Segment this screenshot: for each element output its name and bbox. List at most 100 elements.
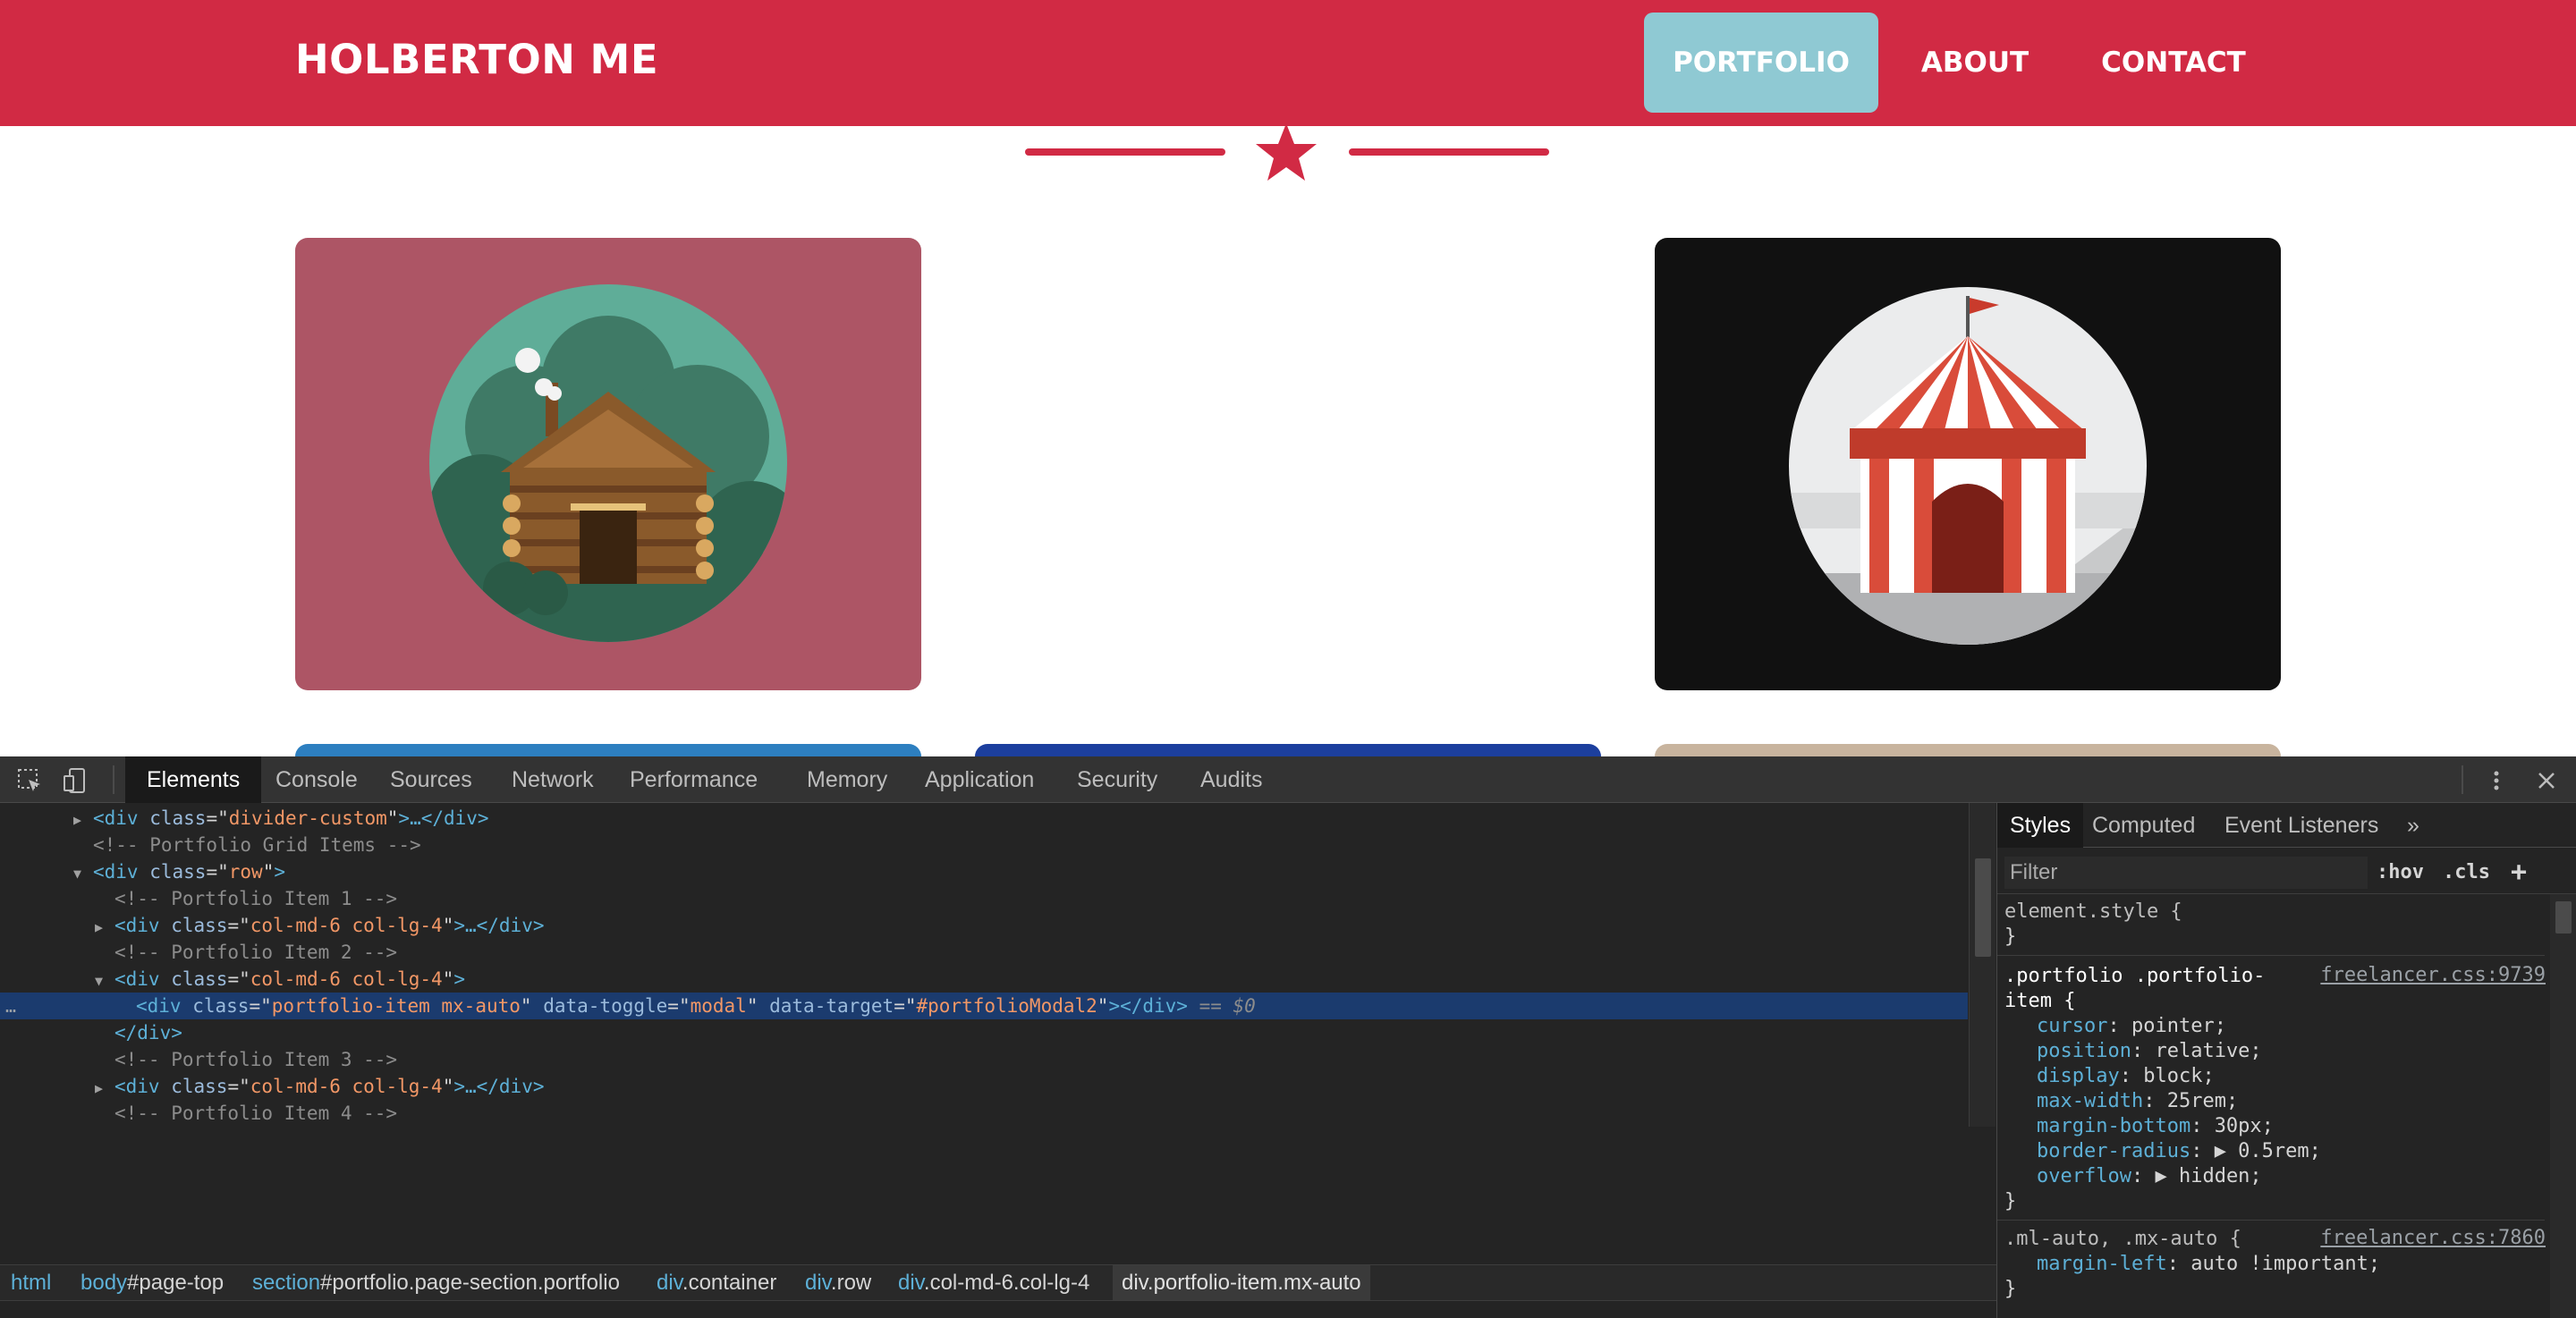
nav-about[interactable]: ABOUT bbox=[1903, 13, 2046, 113]
devtools-tab-memory[interactable]: Memory bbox=[785, 756, 909, 803]
css-property: margin-left bbox=[2037, 1253, 2167, 1275]
devtools-tab-network[interactable]: Network bbox=[490, 756, 615, 803]
devtools-tab-console[interactable]: Console bbox=[254, 756, 379, 803]
nav-contact[interactable]: CONTACT bbox=[2084, 13, 2263, 113]
star-icon bbox=[1256, 123, 1317, 181]
rule2-source-link[interactable]: freelancer.css:7860 bbox=[2320, 1227, 2546, 1249]
css-declaration[interactable]: margin-bottom: 30px; bbox=[2037, 1114, 2274, 1139]
collapse-triangle-icon bbox=[73, 833, 93, 860]
dom-node-line[interactable]: ▶ <div class="col-md-6 col-lg-4">…</div> bbox=[0, 1073, 1968, 1100]
portfolio-item-5-peek[interactable] bbox=[975, 744, 1601, 756]
attr-quote: " bbox=[262, 861, 275, 883]
expand-triangle-icon[interactable]: ▼ bbox=[95, 967, 114, 994]
circus-tent-illustration bbox=[1789, 287, 2147, 645]
devtools-tab-performance[interactable]: Performance bbox=[608, 756, 779, 803]
more-tabs-chevron-icon[interactable]: » bbox=[2394, 803, 2432, 848]
close-devtools-icon[interactable] bbox=[2533, 767, 2560, 794]
nav-portfolio[interactable]: PORTFOLIO bbox=[1644, 13, 1878, 113]
rule-separator bbox=[1997, 955, 2545, 956]
attr-name: class bbox=[171, 915, 228, 936]
css-declaration[interactable]: margin-left: auto !important; bbox=[2037, 1252, 2380, 1277]
attr-name: class bbox=[149, 807, 207, 829]
breadcrumb-item[interactable]: div.portfolio-item.mx-auto bbox=[1113, 1265, 1370, 1301]
attr-name: data-toggle bbox=[543, 995, 668, 1017]
dom-comment-line[interactable]: <!-- Portfolio Item 3 --> bbox=[0, 1046, 1968, 1073]
styles-tab-computed[interactable]: Computed bbox=[2080, 803, 2207, 848]
breadcrumb-item[interactable]: div.row bbox=[796, 1265, 880, 1301]
attr-space bbox=[532, 995, 544, 1017]
breadcrumb-item[interactable]: div.col-md-6.col-lg-4 bbox=[889, 1265, 1098, 1301]
styles-tab-event-listeners[interactable]: Event Listeners bbox=[2212, 803, 2391, 848]
portfolio-item-6-peek[interactable] bbox=[1655, 744, 2281, 756]
css-declaration[interactable]: display: block; bbox=[2037, 1064, 2215, 1089]
devtools-tab-application[interactable]: Application bbox=[903, 756, 1055, 803]
devtools-tab-audits[interactable]: Audits bbox=[1179, 756, 1284, 803]
breadcrumb-item[interactable]: section#portfolio.page-section.portfolio bbox=[243, 1265, 629, 1301]
collapse-triangle-icon[interactable]: ▶ bbox=[73, 807, 93, 833]
portfolio-item-cabin[interactable] bbox=[295, 238, 921, 690]
html-tag: <div bbox=[114, 968, 160, 990]
css-property: position bbox=[2037, 1040, 2131, 1062]
css-declaration[interactable]: position: relative; bbox=[2037, 1039, 2262, 1064]
html-tag: <div bbox=[136, 995, 182, 1017]
dom-scrollbar[interactable] bbox=[1969, 803, 1996, 1127]
html-tag: <div bbox=[93, 807, 139, 829]
portfolio-item-circus[interactable] bbox=[1655, 238, 2281, 690]
css-value: auto !important; bbox=[2190, 1253, 2381, 1275]
device-toolbar-icon[interactable] bbox=[63, 767, 89, 794]
attr-space bbox=[758, 995, 769, 1017]
css-colon: : bbox=[2166, 1253, 2191, 1275]
breadcrumb-tag: body bbox=[80, 1271, 128, 1295]
portfolio-item-4-peek[interactable] bbox=[295, 744, 921, 756]
dom-node-line[interactable]: </div> bbox=[0, 1019, 1968, 1046]
css-declaration[interactable]: border-radius: ▶ 0.5rem; bbox=[2037, 1139, 2321, 1164]
dom-comment-line[interactable]: <!-- Portfolio Item 1 --> bbox=[0, 885, 1968, 912]
brand-logo[interactable]: HOLBERTON ME bbox=[295, 36, 658, 83]
css-declaration[interactable]: cursor: pointer; bbox=[2037, 1014, 2226, 1039]
attr-value: col-md-6 col-lg-4 bbox=[250, 915, 443, 936]
breadcrumb-rest: .row bbox=[830, 1271, 872, 1295]
cls-toggle[interactable]: .cls bbox=[2443, 857, 2490, 889]
dom-comment-line[interactable]: <!-- Portfolio Item 2 --> bbox=[0, 939, 1968, 966]
attr-space bbox=[182, 995, 193, 1017]
breadcrumb-tag: section bbox=[252, 1271, 321, 1295]
dom-node-line[interactable]: ▶ <div class="divider-custom">…</div> bbox=[0, 805, 1968, 832]
styles-scrollbar[interactable] bbox=[2550, 894, 2576, 1318]
breadcrumb-item[interactable]: html bbox=[2, 1265, 60, 1301]
styles-scrollbar-thumb[interactable] bbox=[2555, 901, 2572, 934]
css-declaration[interactable]: overflow: ▶ hidden; bbox=[2037, 1164, 2262, 1189]
devtools-tab-security[interactable]: Security bbox=[1055, 756, 1179, 803]
expand-triangle-icon[interactable]: ▼ bbox=[73, 860, 93, 887]
html-tag: <div bbox=[93, 861, 139, 883]
html-tag: <div bbox=[114, 915, 160, 936]
dom-comment-line[interactable]: <!-- Portfolio Grid Items --> bbox=[0, 832, 1968, 858]
devtools-tab-elements[interactable]: Elements bbox=[125, 756, 262, 803]
styles-filter-input[interactable]: Filter bbox=[2004, 857, 2368, 889]
dom-scrollbar-thumb[interactable] bbox=[1975, 858, 1991, 957]
breadcrumb-item[interactable]: div.container bbox=[648, 1265, 785, 1301]
dom-tree[interactable]: ▶ <div class="divider-custom">…</div> <!-… bbox=[0, 803, 1968, 1127]
styles-tab-styles[interactable]: Styles bbox=[1997, 803, 2084, 848]
dom-node-line[interactable]: … <div class="portfolio-item mx-auto" da… bbox=[0, 993, 1968, 1019]
devtools-tab-sources[interactable]: Sources bbox=[369, 756, 494, 803]
breadcrumb-item[interactable]: body#page-top bbox=[72, 1265, 233, 1301]
dom-comment-line[interactable]: <!-- Portfolio Item 4 --> bbox=[0, 1100, 1968, 1127]
rule2-selector: .ml-auto, .mx-auto { bbox=[2004, 1228, 2241, 1250]
rule1-selector-l2: item { bbox=[2004, 990, 2076, 1012]
rule1-close: } bbox=[2004, 1190, 2017, 1212]
cabin-illustration bbox=[429, 284, 787, 642]
selected-node-dots: … bbox=[5, 995, 17, 1017]
collapse-triangle-icon[interactable]: ▶ bbox=[95, 1075, 114, 1102]
inspect-element-icon[interactable] bbox=[16, 767, 43, 794]
rule1-source-link[interactable]: freelancer.css:9739 bbox=[2320, 964, 2546, 986]
collapse-triangle-icon bbox=[95, 941, 114, 967]
dom-node-line[interactable]: ▼ <div class="col-md-6 col-lg-4"> bbox=[0, 966, 1968, 993]
new-style-rule-button[interactable]: + bbox=[2511, 857, 2527, 889]
attr-quote: " bbox=[442, 1076, 454, 1097]
hov-toggle[interactable]: :hov bbox=[2377, 857, 2424, 889]
more-options-icon[interactable] bbox=[2483, 767, 2510, 794]
css-declaration[interactable]: max-width: 25rem; bbox=[2037, 1089, 2238, 1114]
dom-node-line[interactable]: ▶ <div class="col-md-6 col-lg-4">…</div> bbox=[0, 912, 1968, 939]
dom-node-line[interactable]: ▼ <div class="row"> bbox=[0, 858, 1968, 885]
collapse-triangle-icon[interactable]: ▶ bbox=[95, 914, 114, 941]
